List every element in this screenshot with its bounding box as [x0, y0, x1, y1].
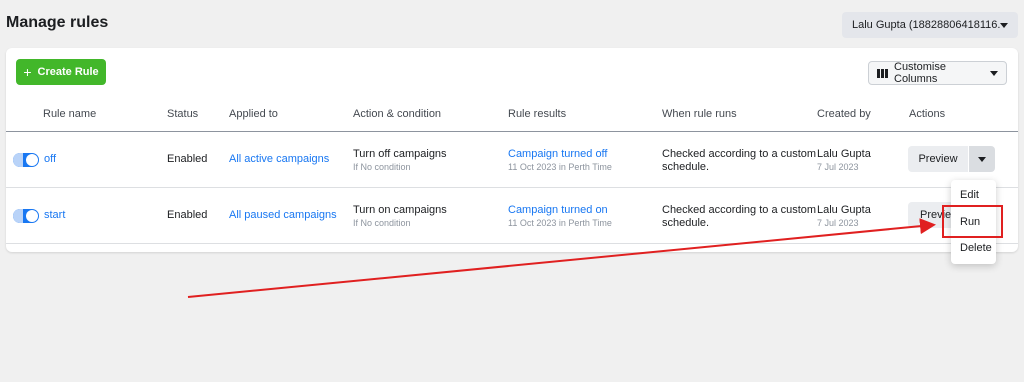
annotation-arrow — [187, 218, 936, 298]
